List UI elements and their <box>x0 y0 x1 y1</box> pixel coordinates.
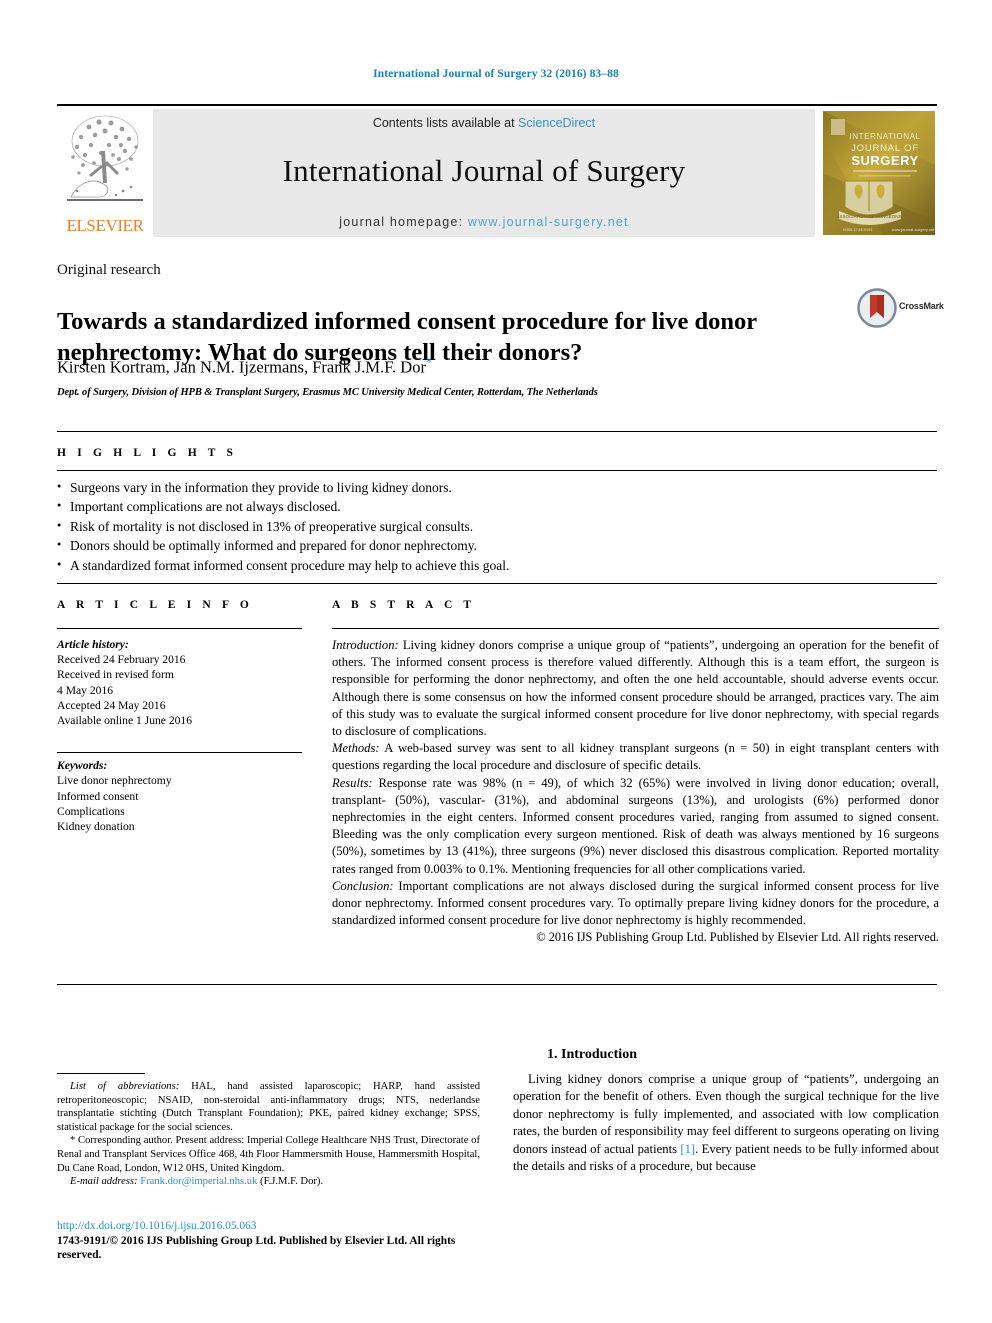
article-info-heading: A R T I C L E I N F O <box>57 599 253 611</box>
corresponding-author-marker: * <box>425 355 432 369</box>
keywords-label: Keywords: <box>57 759 108 773</box>
introduction-paragraph: Living kidney donors comprise a unique g… <box>513 1071 939 1175</box>
abstract-methods-label: Methods: <box>332 741 380 756</box>
abstract-methods-paragraph: Methods: A web-based survey was sent to … <box>332 740 939 774</box>
abbreviations-label: List of abbreviations: <box>70 1081 180 1092</box>
keywords-block: Keywords: Live donor nephrectomy Informe… <box>57 758 302 834</box>
elsevier-tree-icon <box>67 115 143 201</box>
abstract-heading: A B S T R A C T <box>332 599 476 611</box>
divider-above-info <box>57 583 937 584</box>
article-type-label: Original research <box>57 262 161 278</box>
homepage-prefix-text: journal homepage: <box>339 215 468 229</box>
crossmark-icon <box>857 288 897 328</box>
affiliation: Dept. of Surgery, Division of HPB & Tran… <box>57 387 598 398</box>
running-head: International Journal of Surgery 32 (201… <box>373 68 619 80</box>
email-label: E-mail address: <box>70 1176 138 1188</box>
introduction-heading: 1. Introduction <box>547 1046 637 1062</box>
email-suffix: (F.J.M.F. Dor). <box>257 1176 324 1188</box>
abstract-column: Introduction: Living kidney donors compr… <box>332 637 939 947</box>
list-item: Surgeons vary in the information they pr… <box>57 477 937 497</box>
keyword-item: Complications <box>57 804 125 818</box>
abstract-conclusion-paragraph: Conclusion: Important complications are … <box>332 878 939 930</box>
history-accepted: Accepted 24 May 2016 <box>57 698 166 712</box>
abstract-conclusion-label: Conclusion: <box>332 878 394 893</box>
highlights-list: Surgeons vary in the information they pr… <box>57 477 937 575</box>
divider-below-abstract <box>57 984 937 985</box>
footnotes-block: List of abbreviations: HAL, hand assiste… <box>57 1080 480 1189</box>
keyword-item: Informed consent <box>57 789 139 803</box>
svg-text:www.journal-surgery.net: www.journal-surgery.net <box>892 227 935 232</box>
article-info-column: Article history: Received 24 February 20… <box>57 637 302 834</box>
crossmark-badge[interactable]: CrossMark <box>857 288 944 328</box>
corresponding-author-footnote: * Corresponding author. Present address:… <box>57 1134 480 1175</box>
history-revised-date: 4 May 2016 <box>57 683 114 697</box>
footnote-separator-rule <box>57 1073 145 1074</box>
divider-below-abstract-heading <box>332 628 939 629</box>
reference-link-1[interactable]: [1] <box>680 1142 695 1156</box>
article-history-label: Article history: <box>57 638 129 651</box>
introduction-body: Living kidney donors comprise a unique g… <box>513 1071 939 1175</box>
issn-copyright-line: 1743-9191/© 2016 IJS Publishing Group Lt… <box>57 1234 456 1262</box>
journal-homepage-line: journal homepage: www.journal-surgery.ne… <box>153 215 815 229</box>
abstract-introduction-paragraph: Introduction: Living kidney donors compr… <box>332 637 939 740</box>
list-item: A standardized format informed consent p… <box>57 555 937 575</box>
contents-prefix-text: Contents lists available at <box>372 116 519 130</box>
doi-link[interactable]: http://dx.doi.org/10.1016/j.ijsu.2016.05… <box>57 1219 487 1234</box>
abstract-introduction-text: Living kidney donors comprise a unique g… <box>332 638 939 739</box>
keyword-item: Live donor nephrectomy <box>57 774 172 788</box>
keyword-item: Kidney donation <box>57 820 135 834</box>
svg-text:SURGERY: SURGERY <box>851 153 918 168</box>
doi-block: http://dx.doi.org/10.1016/j.ijsu.2016.05… <box>57 1219 487 1263</box>
sciencedirect-link[interactable]: ScienceDirect <box>518 116 595 130</box>
elsevier-wordmark: ELSEVIER <box>66 216 144 235</box>
corresponding-author-text: Corresponding author. Present address: I… <box>57 1135 480 1174</box>
divider-below-info-heading <box>57 628 302 629</box>
email-footnote: E-mail address: Frank.dor@imperial.nhs.u… <box>57 1175 480 1189</box>
elsevier-logo: ELSEVIER <box>57 109 153 237</box>
list-item: Donors should be optimally informed and … <box>57 535 937 555</box>
abstract-conclusion-text: Important complications are not always d… <box>332 878 939 928</box>
journal-article-page: International Journal of Surgery 32 (201… <box>0 0 992 1323</box>
svg-text:ISSN 1743-9191: ISSN 1743-9191 <box>843 227 873 232</box>
journal-cover-image: INTERNATIONAL JOURNAL OF SURGERY ASSOCIA… <box>823 111 935 235</box>
email-link[interactable]: Frank.dor@imperial.nhs.uk <box>140 1176 257 1187</box>
abstract-introduction-label: Introduction: <box>332 638 399 652</box>
crossmark-label: CrossMark <box>899 301 944 311</box>
journal-title: International Journal of Surgery <box>282 153 686 188</box>
abstract-results-label: Results: <box>332 775 373 790</box>
author-list: Kirsten Kortram, Jan N.M. Ijzermans, Fra… <box>57 355 847 378</box>
list-item: Risk of mortality is not disclosed in 13… <box>57 516 937 536</box>
history-received: Received 24 February 2016 <box>57 653 186 667</box>
divider-below-highlights-heading <box>57 470 937 471</box>
abstract-results-text: Response rate was 98% (n = 49), of which… <box>332 775 939 876</box>
journal-homepage-link[interactable]: www.journal-surgery.net <box>468 215 629 229</box>
abstract-copyright-line: © 2016 IJS Publishing Group Ltd. Publish… <box>536 930 939 945</box>
history-revised-form: Received in revised form <box>57 668 174 682</box>
author-names: Kirsten Kortram, Jan N.M. Ijzermans, Fra… <box>57 357 426 377</box>
svg-text:INTERNATIONAL: INTERNATIONAL <box>849 132 920 141</box>
masthead-center-panel: Contents lists available at ScienceDirec… <box>153 109 815 237</box>
divider-above-keywords <box>57 752 302 754</box>
abstract-methods-text: A web-based survey was sent to all kidne… <box>332 741 939 773</box>
abstract-results-paragraph: Results: Response rate was 98% (n = 49),… <box>332 775 939 878</box>
list-item: Important complications are not always d… <box>57 496 937 516</box>
divider-above-highlights <box>57 431 937 432</box>
journal-cover-wrapper: INTERNATIONAL JOURNAL OF SURGERY ASSOCIA… <box>815 109 937 237</box>
svg-text:ASSOCIATION OF SURGEONS: ASSOCIATION OF SURGEONS <box>837 214 902 219</box>
journal-masthead: ELSEVIER Contents lists available at Sci… <box>57 104 937 237</box>
abbreviations-footnote: List of abbreviations: HAL, hand assiste… <box>57 1080 480 1134</box>
highlights-heading: H I G H L I G H T S <box>57 447 238 459</box>
contents-available-line: Contents lists available at ScienceDirec… <box>153 116 815 130</box>
history-available-online: Available online 1 June 2016 <box>57 714 193 728</box>
